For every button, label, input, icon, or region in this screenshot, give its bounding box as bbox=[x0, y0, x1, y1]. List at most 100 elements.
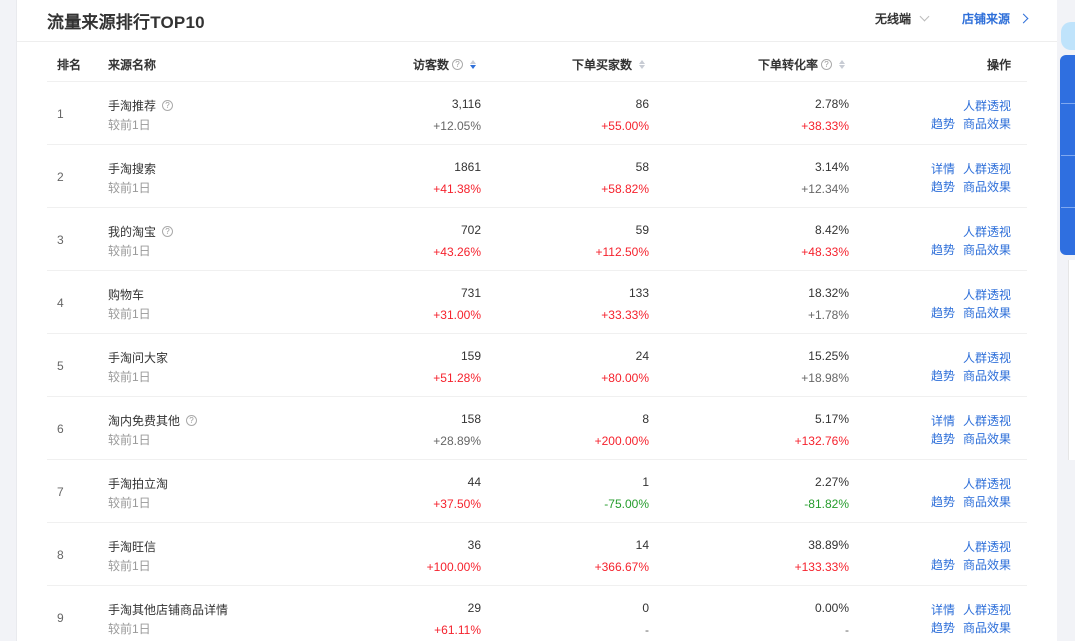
detail-link[interactable]: 详情 bbox=[931, 414, 955, 428]
crowd-link[interactable]: 人群透视 bbox=[963, 288, 1011, 302]
source-name: 购物车 bbox=[108, 286, 144, 303]
source-name: 手淘旺信 bbox=[108, 538, 156, 555]
buyers-value: 14 bbox=[635, 538, 649, 552]
buyers-change: -75.00% bbox=[604, 497, 649, 511]
crowd-link[interactable]: 人群透视 bbox=[963, 540, 1011, 554]
buyers-value: 0 bbox=[642, 601, 649, 615]
product-effect-link[interactable]: 商品效果 bbox=[963, 369, 1011, 383]
sort-icon[interactable] bbox=[839, 60, 846, 69]
buyers-value: 24 bbox=[635, 349, 649, 363]
buyers-value: 86 bbox=[635, 97, 649, 111]
rank: 3 bbox=[57, 233, 64, 247]
conversion-change: +18.98% bbox=[801, 371, 849, 385]
rank: 9 bbox=[57, 611, 64, 625]
compare-label: 较前1日 bbox=[108, 244, 151, 258]
trend-link[interactable]: 趋势 bbox=[931, 558, 955, 572]
trend-link[interactable]: 趋势 bbox=[931, 180, 955, 194]
conversion-change: +48.33% bbox=[801, 245, 849, 259]
col-source: 来源名称 bbox=[108, 58, 157, 72]
crowd-link[interactable]: 人群透视 bbox=[963, 99, 1011, 113]
detail-link[interactable]: 详情 bbox=[931, 603, 955, 617]
sort-icon[interactable] bbox=[639, 60, 646, 69]
table-row: 3 我的淘宝? 较前1日 702 +43.26% 59 +112.50% 8.42% +48.3… bbox=[47, 208, 1027, 271]
visitors-value: 36 bbox=[467, 538, 481, 552]
help-icon[interactable]: ? bbox=[452, 59, 464, 70]
shop-source-link[interactable]: 店铺来源 bbox=[962, 10, 1029, 27]
card-header: 流量来源排行TOP10 无线端 店铺来源 bbox=[17, 0, 1057, 42]
help-icon[interactable]: ? bbox=[821, 59, 833, 70]
trend-link[interactable]: 趋势 bbox=[931, 495, 955, 509]
crowd-link[interactable]: 人群透视 bbox=[963, 603, 1011, 617]
crowd-link[interactable]: 人群透视 bbox=[963, 225, 1011, 239]
row-actions: 详情 人群透视 趋势 商品效果 bbox=[891, 601, 1011, 637]
visitors-change: +61.11% bbox=[434, 623, 481, 637]
visitors-change: +100.00% bbox=[426, 560, 481, 574]
product-effect-link[interactable]: 商品效果 bbox=[963, 180, 1011, 194]
conversion-value: 5.17% bbox=[814, 412, 849, 426]
side-divider bbox=[1061, 155, 1075, 156]
help-icon[interactable]: ? bbox=[162, 100, 174, 111]
source-name: 手淘问大家 bbox=[108, 349, 168, 366]
buyers-value: 8 bbox=[642, 412, 649, 426]
conversion-value: 0.00% bbox=[814, 601, 849, 615]
floating-assistant-bubble[interactable] bbox=[1061, 22, 1075, 50]
table-row: 8 手淘旺信 较前1日 36 +100.00% 14 +366.67% 38.89% +133.… bbox=[47, 523, 1027, 586]
rank: 8 bbox=[57, 548, 64, 562]
table-row: 1 手淘推荐? 较前1日 3,116 +12.05% 86 +55.00% 2.78% +38.… bbox=[47, 82, 1027, 145]
source-name: 淘内免费其他? bbox=[108, 412, 198, 429]
rank: 4 bbox=[57, 296, 64, 310]
trend-link[interactable]: 趋势 bbox=[931, 369, 955, 383]
conversion-change: -81.82% bbox=[804, 497, 849, 511]
product-effect-link[interactable]: 商品效果 bbox=[963, 243, 1011, 257]
product-effect-link[interactable]: 商品效果 bbox=[963, 558, 1011, 572]
col-conversion[interactable]: 下单转化率 ? bbox=[758, 56, 846, 73]
product-effect-link[interactable]: 商品效果 bbox=[963, 117, 1011, 131]
help-icon[interactable]: ? bbox=[162, 226, 174, 237]
rank: 5 bbox=[57, 359, 64, 373]
compare-label: 较前1日 bbox=[108, 433, 151, 447]
trend-link[interactable]: 趋势 bbox=[931, 243, 955, 257]
buyers-change: +58.82% bbox=[601, 182, 649, 196]
source-name-label: 购物车 bbox=[108, 288, 145, 302]
row-actions: 人群透视 趋势 商品效果 bbox=[891, 475, 1011, 511]
sort-icon[interactable] bbox=[470, 60, 477, 69]
compare-label: 较前1日 bbox=[108, 181, 151, 195]
trend-link[interactable]: 趋势 bbox=[931, 306, 955, 320]
col-buyers[interactable]: 下单买家数 bbox=[572, 56, 646, 73]
conversion-change: +12.34% bbox=[801, 182, 849, 196]
source-name-label: 手淘搜索 bbox=[108, 162, 157, 176]
compare-label: 较前1日 bbox=[108, 559, 151, 573]
col-visitors[interactable]: 访客数 ? bbox=[413, 56, 477, 73]
visitors-change: +31.00% bbox=[433, 308, 481, 322]
table-row: 5 手淘问大家 较前1日 159 +51.28% 24 +80.00% 15.25% +18.9… bbox=[47, 334, 1027, 397]
rank: 1 bbox=[57, 107, 64, 121]
source-name-label: 我的淘宝 bbox=[108, 225, 157, 239]
conversion-value: 2.78% bbox=[814, 97, 849, 111]
detail-link[interactable]: 详情 bbox=[931, 162, 955, 176]
trend-link[interactable]: 趋势 bbox=[931, 621, 955, 635]
conversion-change: +38.33% bbox=[801, 119, 849, 133]
col-visitors-label: 访客数 bbox=[413, 58, 450, 72]
visitors-value: 702 bbox=[460, 223, 481, 237]
device-dropdown[interactable]: 无线端 bbox=[875, 10, 930, 27]
trend-link[interactable]: 趋势 bbox=[931, 117, 955, 131]
product-effect-link[interactable]: 商品效果 bbox=[963, 432, 1011, 446]
visitors-value: 3,116 bbox=[451, 97, 481, 111]
crowd-link[interactable]: 人群透视 bbox=[963, 162, 1011, 176]
product-effect-link[interactable]: 商品效果 bbox=[963, 306, 1011, 320]
visitors-change: +51.28% bbox=[433, 371, 481, 385]
row-actions: 详情 人群透视 趋势 商品效果 bbox=[891, 160, 1011, 196]
shop-source-label: 店铺来源 bbox=[962, 12, 1011, 26]
crowd-link[interactable]: 人群透视 bbox=[963, 414, 1011, 428]
trend-link[interactable]: 趋势 bbox=[931, 432, 955, 446]
product-effect-link[interactable]: 商品效果 bbox=[963, 495, 1011, 509]
help-icon[interactable]: ? bbox=[186, 415, 198, 426]
buyers-value: 59 bbox=[635, 223, 649, 237]
source-name-label: 手淘推荐 bbox=[108, 99, 157, 113]
side-panel bbox=[1068, 260, 1075, 460]
visitors-value: 29 bbox=[467, 601, 481, 615]
crowd-link[interactable]: 人群透视 bbox=[963, 477, 1011, 491]
device-dropdown-label: 无线端 bbox=[875, 12, 912, 26]
product-effect-link[interactable]: 商品效果 bbox=[963, 621, 1011, 635]
crowd-link[interactable]: 人群透视 bbox=[963, 351, 1011, 365]
